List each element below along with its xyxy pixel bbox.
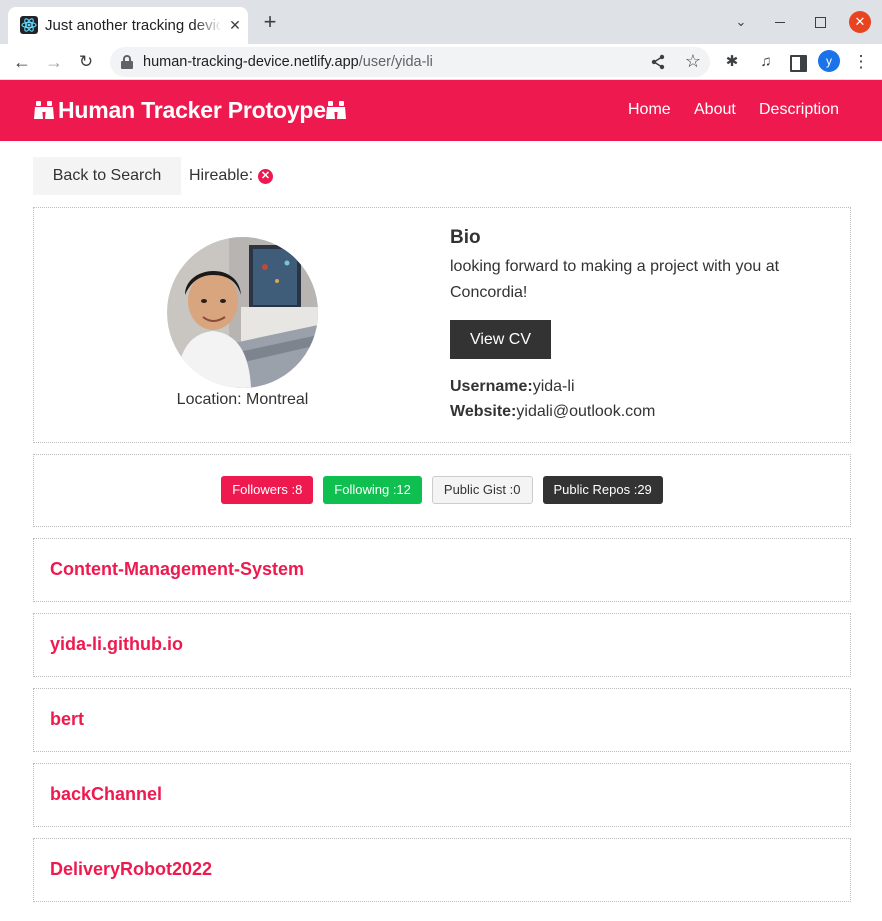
minimize-window-icon[interactable]: [770, 12, 790, 32]
user-location: Location: Montreal: [176, 391, 309, 408]
stats-card: Followers :8 Following :12 Public Gist :…: [33, 454, 851, 527]
tab-search-chevron-icon[interactable]: ⌄: [731, 12, 751, 32]
back-arrow-icon[interactable]: ←: [9, 49, 35, 75]
binoculars-icon: [34, 101, 54, 119]
tab-title-fade: [194, 16, 222, 36]
repo-card: DeliveryRobot2022: [33, 838, 851, 902]
repo-card: bert: [33, 688, 851, 752]
lock-icon[interactable]: [121, 55, 133, 69]
repo-link[interactable]: bert: [50, 708, 84, 730]
repo-link[interactable]: DeliveryRobot2022: [50, 858, 212, 880]
nav-about-link[interactable]: About: [694, 100, 736, 120]
maximize-window-icon[interactable]: [810, 12, 830, 32]
extensions-puzzle-icon[interactable]: ✱: [722, 52, 742, 72]
repo-card: backChannel: [33, 763, 851, 827]
followers-badge: Followers :8: [221, 476, 314, 504]
following-badge: Following :12: [323, 476, 422, 504]
binoculars-icon: [325, 101, 346, 119]
website-label: Website:: [450, 403, 517, 420]
stats-badges: Followers :8 Following :12 Public Gist :…: [34, 476, 850, 504]
bookmark-star-icon[interactable]: ☆: [683, 51, 703, 71]
site-navbar: Human Tracker Protoype Home About Descri…: [0, 80, 882, 141]
url-domain: human-tracking-device.netlify.app: [143, 54, 359, 70]
forward-arrow-icon[interactable]: →: [41, 49, 67, 75]
browser-toolbar: ← → ↻ human-tracking-device.netlify.app/…: [0, 44, 882, 80]
repo-link[interactable]: backChannel: [50, 783, 162, 805]
nav-home-link[interactable]: Home: [628, 100, 671, 120]
nav-description-link[interactable]: Description: [759, 100, 839, 120]
repo-card: Content-Management-System: [33, 538, 851, 602]
username-row: Username:yida-li: [450, 376, 575, 398]
username-value: yida-li: [532, 378, 575, 395]
public-repos-badge: Public Repos :29: [542, 476, 663, 504]
browser-tab-strip: Just another tracking device ✕ + ⌄ ✕: [0, 0, 882, 44]
browser-tab[interactable]: Just another tracking device ✕: [8, 7, 248, 44]
side-panel-icon[interactable]: [787, 52, 807, 72]
repo-link[interactable]: Content-Management-System: [50, 558, 304, 580]
bio-heading: Bio: [450, 227, 481, 248]
site-brand[interactable]: Human Tracker Protoype: [34, 95, 350, 125]
react-favicon-icon: [20, 16, 38, 34]
url-path: /user/yida-li: [358, 54, 433, 70]
brand-title: Human Tracker Protoype: [58, 97, 326, 123]
username-label: Username:: [450, 378, 533, 395]
bio-text: looking forward to making a project with…: [450, 258, 780, 301]
website-value: yidali@outlook.com: [516, 403, 656, 420]
back-to-search-button[interactable]: Back to Search: [33, 157, 181, 195]
tab-close-icon[interactable]: ✕: [227, 17, 243, 33]
repo-link[interactable]: yida-li.github.io: [50, 633, 183, 655]
media-controls-icon[interactable]: ♫: [756, 52, 776, 72]
view-cv-button[interactable]: View CV: [450, 320, 551, 359]
profile-card: Location: Montreal Bio looking forward t…: [33, 207, 851, 443]
address-bar[interactable]: human-tracking-device.netlify.app/user/y…: [110, 47, 710, 77]
website-row: Website:yidali@outlook.com: [450, 401, 655, 423]
repo-card: yida-li.github.io: [33, 613, 851, 677]
profile-avatar[interactable]: y: [818, 50, 840, 72]
new-tab-icon[interactable]: +: [258, 10, 282, 34]
hireable-label: Hireable:: [189, 167, 254, 184]
share-icon[interactable]: [649, 53, 667, 71]
kebab-menu-icon[interactable]: ⋮: [851, 52, 871, 72]
times-circle-icon: ✕: [258, 168, 274, 184]
close-window-icon[interactable]: ✕: [849, 11, 871, 33]
public-gist-badge: Public Gist :0: [431, 476, 533, 504]
hireable-status: Hireable: ✕: [189, 166, 274, 186]
user-avatar-photo: [167, 237, 318, 388]
reload-icon[interactable]: ↻: [73, 49, 99, 75]
url-text[interactable]: human-tracking-device.netlify.app/user/y…: [143, 53, 433, 71]
